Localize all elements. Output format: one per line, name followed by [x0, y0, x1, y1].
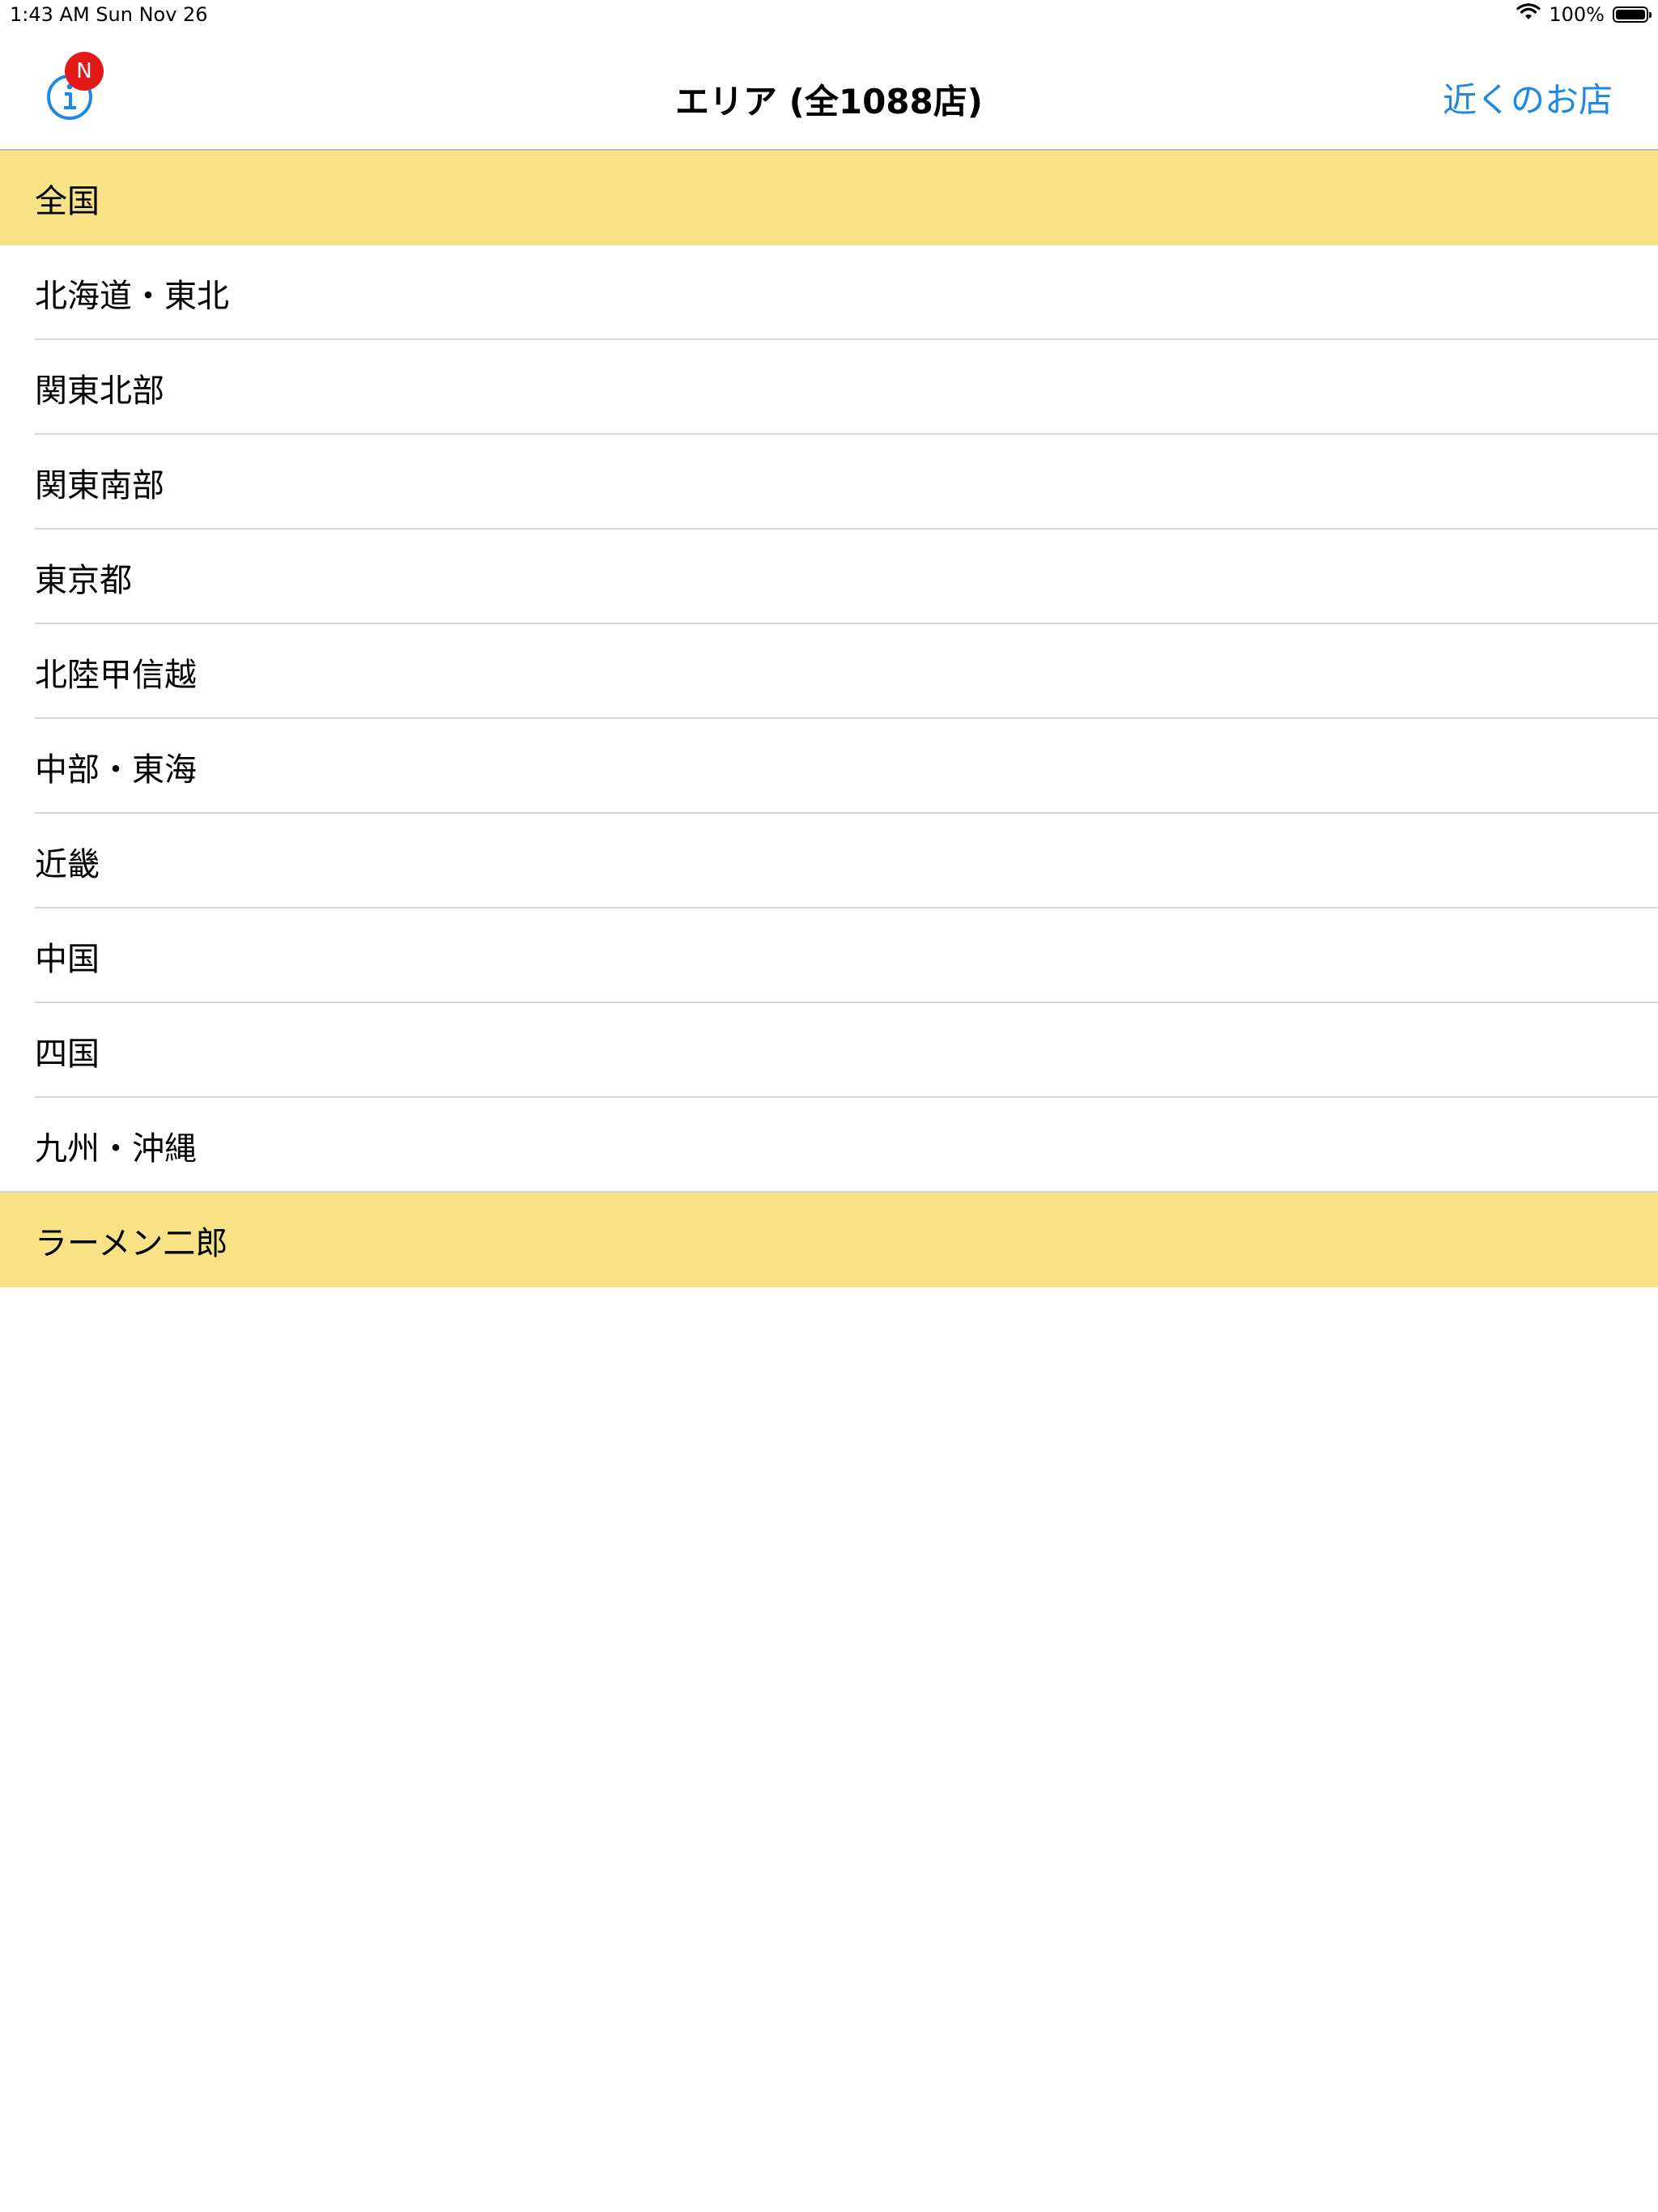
list-item-region[interactable]: 九州・沖縄 — [0, 1098, 1658, 1193]
navigation-bar: N エリア (全1088店) 近くのお店 — [0, 32, 1658, 151]
list-item-region[interactable]: 北海道・東北 — [0, 245, 1658, 340]
list-item-region[interactable]: 北陸甲信越 — [0, 624, 1658, 719]
list-item-region[interactable]: 関東北部 — [0, 340, 1658, 435]
battery-percent: 100% — [1549, 3, 1605, 26]
list-item-region[interactable]: 東京都 — [0, 530, 1658, 624]
battery-nub — [1649, 12, 1652, 18]
section-ramen-jiro[interactable]: ラーメン二郎 — [0, 1193, 1658, 1287]
list-item-label: 中国 — [35, 940, 100, 978]
list-item-label: 関東北部 — [35, 372, 164, 410]
area-list: 全国 北海道・東北 関東北部 関東南部 東京都 北陸甲信越 中部・東海 近畿 中… — [0, 151, 1658, 1287]
list-item-label: 近畿 — [35, 845, 100, 883]
status-right-group: 100% — [1516, 3, 1652, 26]
nearby-stores-button[interactable]: 近くのお店 — [1443, 73, 1613, 122]
status-time-date: 1:43 AM Sun Nov 26 — [10, 3, 208, 26]
list-item-label: 東京都 — [35, 561, 132, 599]
list-item-label: 九州・沖縄 — [35, 1129, 197, 1168]
battery-fill — [1616, 10, 1645, 19]
list-item-region[interactable]: 近畿 — [0, 814, 1658, 908]
list-item-region[interactable]: 関東南部 — [0, 435, 1658, 530]
status-bar: 1:43 AM Sun Nov 26 100% — [0, 0, 1658, 32]
list-item-label: 関東南部 — [35, 466, 164, 504]
section-label: ラーメン二郎 — [35, 1224, 228, 1262]
wifi-icon — [1516, 3, 1541, 26]
page-title: エリア (全1088店) — [675, 82, 983, 121]
list-item-region[interactable]: 中国 — [0, 908, 1658, 1003]
battery-icon — [1613, 6, 1652, 23]
section-label: 全国 — [35, 182, 100, 220]
list-item-label: 北海道・東北 — [35, 277, 229, 315]
list-item-region[interactable]: 中部・東海 — [0, 719, 1658, 814]
list-item-label: 北陸甲信越 — [35, 656, 197, 694]
list-item-region[interactable]: 四国 — [0, 1003, 1658, 1098]
section-nationwide[interactable]: 全国 — [0, 151, 1658, 245]
list-item-label: 中部・東海 — [35, 751, 197, 789]
list-item-label: 四国 — [35, 1035, 100, 1073]
